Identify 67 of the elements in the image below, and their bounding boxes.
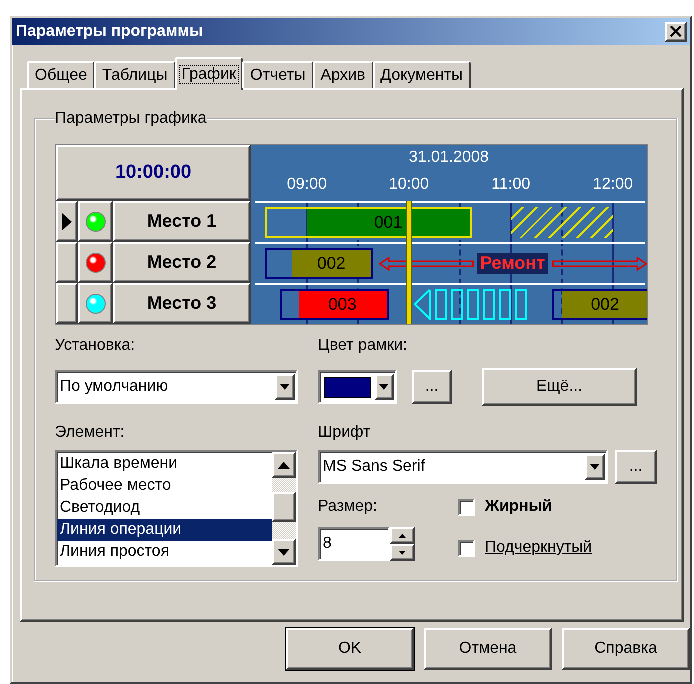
dialog-button[interactable]: Отмена [424, 628, 552, 670]
tab[interactable]: Отчеты [242, 61, 314, 88]
size-field[interactable]: 8 [318, 527, 390, 561]
checkbox[interactable] [458, 498, 475, 516]
current-time: 10:00:00 [56, 145, 251, 201]
time-tick-label: 11:00 [492, 176, 531, 194]
scrollbar[interactable] [272, 452, 296, 565]
up-arrow-icon [278, 462, 290, 468]
row-header[interactable] [56, 283, 78, 324]
checkbox-label: Подчеркнутый [485, 539, 592, 557]
browse-button[interactable]: ... [615, 450, 657, 484]
time-tick-label: 12:00 [593, 176, 634, 194]
dropdown-button[interactable] [585, 454, 605, 480]
down-arrow-icon [278, 548, 290, 556]
field-label: Элемент: [55, 423, 126, 443]
list-item[interactable]: Линия простоя [57, 541, 272, 563]
operation-bar[interactable]: 003 [298, 291, 387, 318]
list-item[interactable]: Рабочее место [57, 475, 272, 497]
repair-label: Ремонт [477, 253, 548, 274]
row-header[interactable] [56, 201, 78, 242]
preset-dropdown[interactable]: По умолчанию [55, 370, 298, 404]
time-tick-label: 09:00 [287, 176, 328, 194]
up-arrow-icon [399, 534, 406, 538]
scroll-up-button[interactable] [272, 452, 296, 478]
scroll-down-button[interactable] [272, 539, 296, 565]
operation-bar[interactable]: 002 [562, 291, 647, 318]
close-icon [670, 26, 682, 37]
dropdown-button[interactable] [374, 374, 394, 400]
color-dropdown[interactable] [318, 370, 397, 404]
tab[interactable]: Таблицы [94, 61, 176, 88]
workplace-name[interactable]: Место 2 [113, 242, 251, 283]
down-arrow-icon [399, 550, 406, 554]
list-item[interactable]: Светодиод [57, 497, 272, 519]
row-header[interactable] [56, 242, 78, 283]
field-label: Шрифт [318, 423, 372, 443]
checkbox-label: Жирный [485, 498, 552, 516]
spin-up-button[interactable] [390, 527, 415, 544]
date-label: 31.01.2008 [408, 149, 490, 167]
field-label: Цвет рамки: [318, 336, 408, 356]
caret-icon [590, 464, 600, 470]
dropdown-button[interactable] [275, 374, 295, 400]
tab[interactable]: Общее [27, 61, 96, 88]
caret-icon [379, 384, 390, 390]
field-label: Установка: [55, 336, 136, 356]
font-dropdown[interactable]: MS Sans Serif [318, 450, 608, 484]
list-item[interactable]: Линия операции [57, 519, 272, 541]
scroll-thumb[interactable] [272, 492, 296, 522]
more-button[interactable]: Ещё... [482, 368, 637, 406]
time-tick-label: 10:00 [389, 176, 430, 194]
browse-button[interactable]: ... [412, 370, 452, 404]
window-title: Параметры программы [16, 22, 204, 40]
tab[interactable]: График [174, 57, 244, 90]
caret-icon [280, 384, 290, 390]
tab[interactable]: Документы [372, 61, 472, 88]
workplace-name[interactable]: Место 1 [113, 201, 251, 242]
dialog-button[interactable]: OK [286, 628, 414, 670]
list-item[interactable]: Шкала времени [57, 453, 272, 475]
operation-bar[interactable]: 002 [292, 250, 372, 277]
tab[interactable]: Архив [312, 61, 374, 88]
field-label: Размер: [318, 497, 378, 517]
spin-down-button[interactable] [390, 544, 415, 561]
group-title: Параметры графика [55, 110, 207, 128]
checkbox[interactable] [458, 540, 475, 556]
operation-bar[interactable]: 001 [307, 209, 470, 236]
close-button[interactable] [665, 22, 687, 42]
workplace-name[interactable]: Место 3 [113, 283, 251, 324]
dialog-button[interactable]: Справка [562, 628, 690, 670]
